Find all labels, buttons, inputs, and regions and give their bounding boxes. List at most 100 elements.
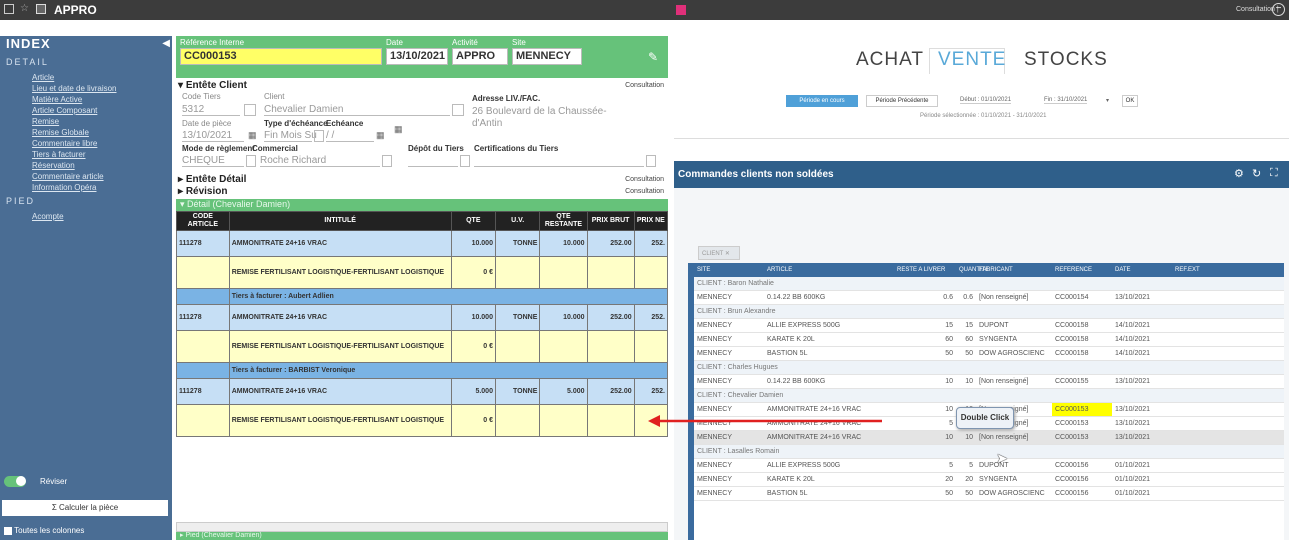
certif-lookup-icon[interactable] [646,155,656,167]
minus-circle-icon[interactable]: − [1272,3,1285,16]
grid-group-row[interactable]: CLIENT : Baron Nathalie [694,277,1284,291]
detail-row[interactable]: Tiers à facturer : BARBIST Veronique [176,362,669,379]
star-icon[interactable]: ☆ [20,3,29,14]
grid-col-header[interactable]: QUANTITE [956,263,989,277]
grid-row[interactable]: MENNECY KARATE K 20L 20 20 SYNGENTA CC000156 0… [694,472,1284,487]
settings-icon[interactable]: ⚙ [1234,167,1244,180]
grid-col-header[interactable]: DATE [1112,263,1172,277]
expand-icon[interactable]: ⛶ [1270,167,1278,180]
col-header[interactable]: PRIX BRUT [586,211,635,231]
col-header[interactable]: U.V. [494,211,541,231]
sidebar-item-composant[interactable]: Article Composant [0,104,172,115]
sidebar-item-info[interactable]: Information Opéra [0,181,172,192]
client-input[interactable]: Chevalier Damien [264,104,450,116]
commercial-lookup-icon[interactable] [382,155,392,167]
sidebar-item-matiere[interactable]: Matière Active [0,93,172,104]
sidebar-item-comment-article[interactable]: Commentaire article [0,170,172,181]
ref-input[interactable]: CC000153 [180,48,382,65]
tab-achat[interactable]: ACHAT [856,49,924,71]
reviser-toggle[interactable]: Réviser [4,474,164,488]
code-tiers-lookup-icon[interactable] [244,104,256,116]
fin-field[interactable]: Fin : 31/10/2021 [1044,97,1088,104]
type-echeance-input[interactable]: Fin Mois Su [264,130,317,142]
grid-row[interactable]: MENNECY BASTION 5L 50 50 DOW AGROSCIENC CC000… [694,486,1284,501]
collapse-icon[interactable]: ◀ [162,38,170,49]
col-header[interactable]: INTITULÉ [228,211,452,231]
grid-row[interactable]: MENNECY KARATE K 20L 60 60 SYNGENTA CC000158 1… [694,332,1284,347]
entete-detail-header[interactable]: ▸ Entête Détail Consultation [176,174,668,186]
echeance-calendar-icon[interactable]: ▦ [376,130,385,141]
refresh-icon[interactable]: ↻ [1252,167,1261,180]
grid-col-header[interactable]: ARTICLE [764,263,894,277]
mode-input[interactable]: CHEQUE [182,155,244,167]
detail-bar[interactable]: ▾ Détail (Chevalier Damien) [176,199,668,211]
grid-group-row[interactable]: CLIENT : Lasalles Romain [694,444,1284,459]
col-header[interactable]: PRIX NE [633,211,669,231]
sidebar-item-livraison[interactable]: Lieu et date de livraison [0,82,172,93]
entete-client-header[interactable]: ▾ Entête Client Consultation [176,80,668,92]
revision-header[interactable]: ▸ Révision Consultation [176,186,668,198]
client-group-chip[interactable]: CLIENT ✕ [698,246,740,260]
sidebar-item-tiers[interactable]: Tiers à facturer [0,148,172,159]
tab-stocks[interactable]: STOCKS [1024,49,1108,71]
ok-button[interactable]: OK [1122,95,1138,107]
edit-icon[interactable]: ✎ [648,50,658,64]
grid-row[interactable]: MENNECY 0.14.22 BB 600KG 10 10 [Non renseign… [694,374,1284,389]
date-input[interactable]: 13/10/2021 [386,48,448,65]
window-icon[interactable] [4,4,14,14]
grid-icon[interactable]: ▦ [394,124,403,135]
periode-courante-button[interactable]: Période en cours [786,95,858,107]
grid-col-header[interactable]: REFERENCE [1052,263,1112,277]
horizontal-scrollbar[interactable] [176,522,668,532]
detail-row[interactable]: 111278 AMMONITRATE 24+16 VRAC 5.000 TONNE 5.… [176,378,669,405]
grid-row[interactable]: MENNECY 0.14.22 BB 600KG 0.6 0.6 [Non rensei… [694,290,1284,305]
detail-row[interactable]: REMISE FERTILISANT LOGISTIQUE-FERTILISAN… [176,256,669,289]
col-header[interactable]: QTE RESTANTE [539,211,588,231]
grid-row[interactable]: MENNECY ALLIE EXPRESS 500G 5 5 DUPONT CC00015… [694,458,1284,473]
grid-group-row[interactable]: CLIENT : Charles Hugues [694,360,1284,375]
debut-field[interactable]: Début : 01/10/2021 [960,97,1012,104]
tab-vente[interactable]: VENTE [938,49,1006,71]
grid-row[interactable]: MENNECYAMMONITRATE 24+16 VRAC1010[Non re… [694,430,1284,445]
detail-row[interactable]: 111278 AMMONITRATE 24+16 VRAC 10.000 TONNE 1… [176,304,669,331]
calendar-icon[interactable]: ▦ [248,130,257,141]
grid-col-header[interactable]: RESTE A LIVRER [894,263,956,277]
col-header[interactable]: QTE [450,211,496,231]
grid-group-row[interactable]: CLIENT : Chevalier Damien [694,388,1284,403]
save-icon[interactable] [36,4,46,14]
sidebar-item-reservation[interactable]: Réservation [0,159,172,170]
grid-col-header[interactable]: SITE [694,263,764,277]
commercial-input[interactable]: Roche Richard [260,155,380,167]
type-echeance-lookup-icon[interactable] [314,130,324,142]
detail-row[interactable]: 111278 AMMONITRATE 24+16 VRAC 10.000 TONNE 1… [176,230,669,257]
site-input[interactable]: MENNECY [512,48,582,65]
sidebar-item-acompte[interactable]: Acompte [0,210,172,221]
date-piece-input[interactable]: 13/10/2021 [182,130,244,142]
all-columns-checkbox[interactable]: Toutes les colonnes [4,526,84,535]
certif-input[interactable] [474,155,644,167]
grid-col-header[interactable]: REF.EXT [1172,263,1284,277]
depot-input[interactable] [408,155,458,167]
grid-col-header[interactable]: FABRICANT [976,263,1052,277]
grid-row[interactable]: MENNECY ALLIE EXPRESS 500G 15 15 DUPONT CC000… [694,318,1284,333]
pied-bar[interactable]: ▸ Pied (Chevalier Damien) [176,532,668,540]
sidebar-item-remise[interactable]: Remise [0,115,172,126]
grid-group-row[interactable]: CLIENT : Brun Alexandre [694,304,1284,319]
detail-row[interactable]: REMISE FERTILISANT LOGISTIQUE-FERTILISAN… [176,404,669,437]
sidebar-item-commentaire[interactable]: Commentaire libre [0,137,172,148]
detail-row[interactable]: REMISE FERTILISANT LOGISTIQUE-FERTILISAN… [176,330,669,363]
echeance-input[interactable]: / / [326,130,374,142]
client-lookup-icon[interactable] [452,104,464,116]
sidebar-item-remise-globale[interactable]: Remise Globale [0,126,172,137]
detail-row[interactable]: Tiers à facturer : Aubert Adlien [176,288,669,305]
activite-input[interactable]: APPRO [452,48,508,65]
depot-lookup-icon[interactable] [460,155,470,167]
code-tiers-input[interactable]: 5312 [182,104,240,116]
fin-dropdown-icon[interactable]: ▾ [1106,97,1109,104]
sidebar-item-article[interactable]: Article [0,71,172,82]
grid-row[interactable]: MENNECY BASTION 5L 50 50 DOW AGROSCIENC CC000… [694,346,1284,361]
periode-precedente-button[interactable]: Période Précédente [866,95,938,107]
mode-lookup-icon[interactable] [246,155,256,167]
col-header[interactable]: CODE ARTICLE [176,211,230,231]
calculate-button[interactable]: Σ Calculer la pièce [2,500,168,516]
